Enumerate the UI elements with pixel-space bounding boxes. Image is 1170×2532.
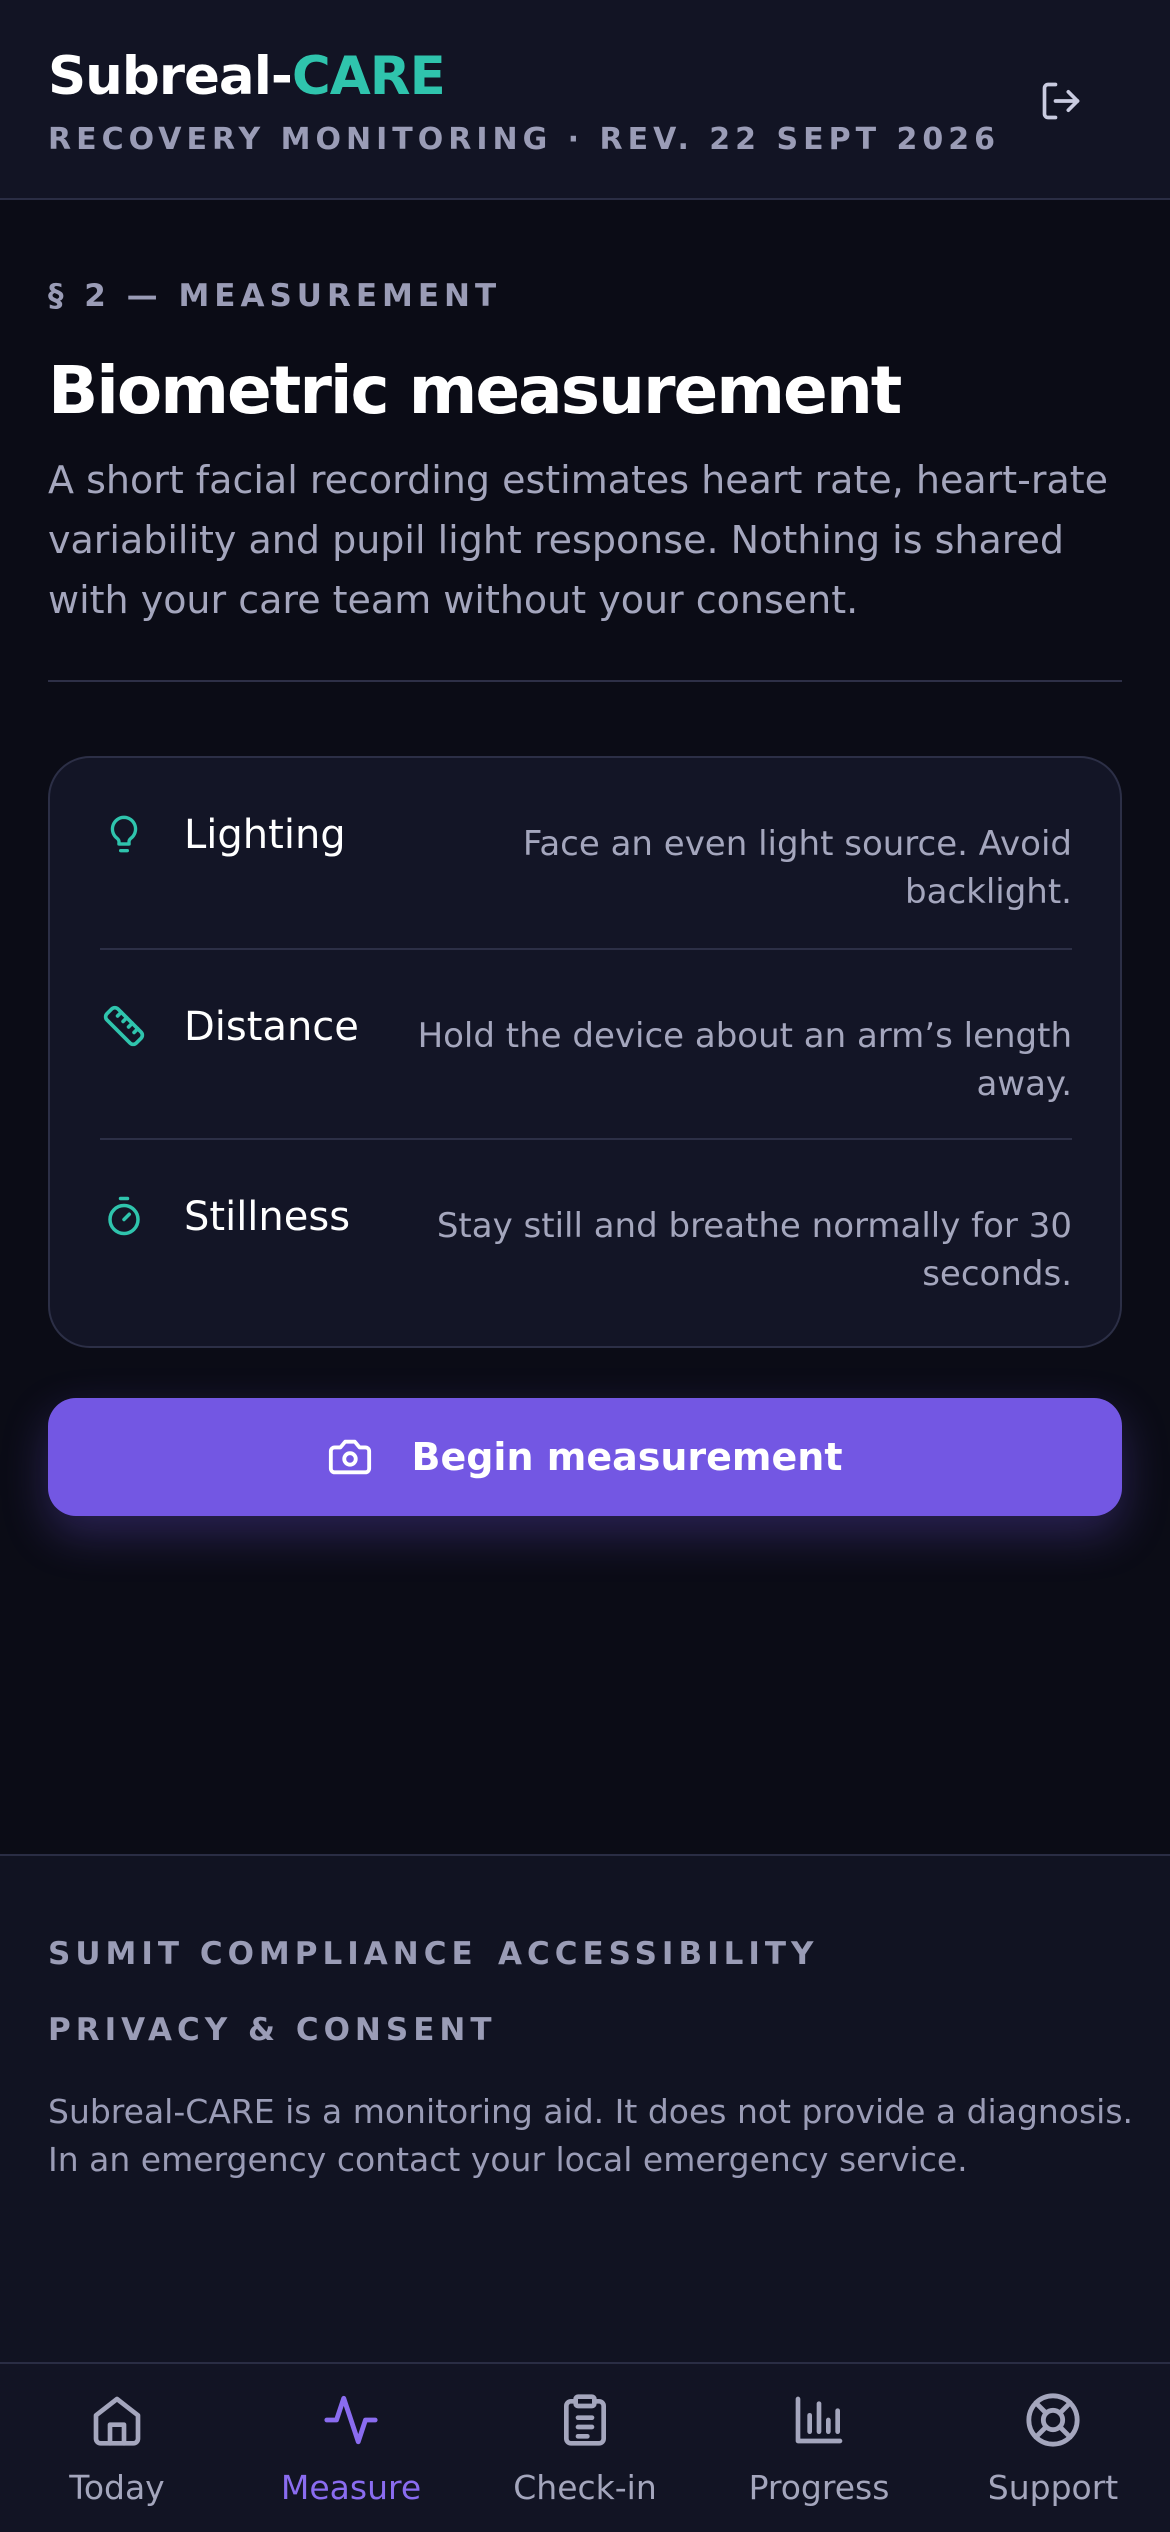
clipboard-icon: [555, 2390, 615, 2450]
logout-button[interactable]: [1030, 70, 1092, 132]
tab-label: Support: [987, 2468, 1119, 2507]
tab-label: Progress: [748, 2468, 890, 2507]
logout-icon: [1042, 82, 1080, 120]
camera-icon: [329, 1439, 372, 1475]
page-title: Biometric measurement: [48, 352, 902, 429]
checklist-item-stillness: Stillness Stay still and breathe normall…: [100, 1138, 1072, 1326]
checklist-item-lighting: Lighting Face an even light source. Avoi…: [100, 758, 1072, 946]
tab-progress[interactable]: Progress: [702, 2364, 936, 2532]
bar-chart-icon: [789, 2390, 849, 2450]
tab-label: Measure: [280, 2468, 422, 2507]
stopwatch-icon: [100, 1192, 148, 1240]
ruler-icon: [100, 1002, 148, 1050]
footer-link-sumit-compliance[interactable]: SUMIT COMPLIANCE: [48, 1936, 478, 1972]
home-icon: [87, 2390, 147, 2450]
footer-link-accessibility[interactable]: ACCESSIBILITY: [498, 1936, 819, 1972]
brand-prefix: Subreal-: [48, 46, 293, 107]
tab-check-in[interactable]: Check-in: [468, 2364, 702, 2532]
begin-measurement-button[interactable]: Begin measurement: [48, 1398, 1122, 1516]
page-footer: SUMIT COMPLIANCE ACCESSIBILITY PRIVACY &…: [0, 1854, 1170, 2362]
checklist-label: Lighting: [184, 812, 346, 858]
brand-accent: CARE: [291, 46, 446, 107]
checklist-description: Face an even light source. Avoid backlig…: [522, 824, 1072, 912]
lifebuoy-icon: [1023, 2390, 1083, 2450]
tab-measure[interactable]: Measure: [234, 2364, 468, 2532]
footer-disclaimer: Subreal-CARE is a monitoring aid. It doe…: [48, 2092, 1134, 2179]
app-header: Subreal-CARE RECOVERY MONITORING · REV. …: [0, 0, 1170, 200]
tab-label: Check-in: [513, 2468, 657, 2507]
checklist-item-distance: Distance Hold the device about an arm’s …: [100, 948, 1072, 1136]
lightbulb-icon: [100, 810, 148, 858]
begin-measurement-label: Begin measurement: [411, 1435, 843, 1479]
checklist-description: Hold the device about an arm’s length aw…: [417, 1016, 1072, 1104]
section-eyebrow: § 2 — MEASUREMENT: [48, 278, 502, 314]
checklist-label: Distance: [184, 1004, 359, 1050]
footer-link-privacy-consent[interactable]: PRIVACY & CONSENT: [48, 2012, 496, 2048]
header-subtitle: RECOVERY MONITORING · REV. 22 SEPT 2026: [48, 122, 1000, 157]
pulse-icon: [321, 2390, 381, 2450]
preparation-checklist: Lighting Face an even light source. Avoi…: [48, 756, 1122, 1348]
tab-support[interactable]: Support: [936, 2364, 1170, 2532]
tab-label: Today: [69, 2468, 165, 2507]
checklist-label: Stillness: [184, 1194, 351, 1240]
divider: [48, 680, 1122, 682]
tab-today[interactable]: Today: [0, 2364, 234, 2532]
brand-logo: Subreal-CARE: [48, 46, 446, 107]
bottom-tab-bar: Today Measure Check-in Progress Support: [0, 2362, 1170, 2532]
checklist-description: Stay still and breathe normally for 30 s…: [436, 1206, 1072, 1294]
page-description: A short facial recording estimates heart…: [48, 458, 1109, 622]
